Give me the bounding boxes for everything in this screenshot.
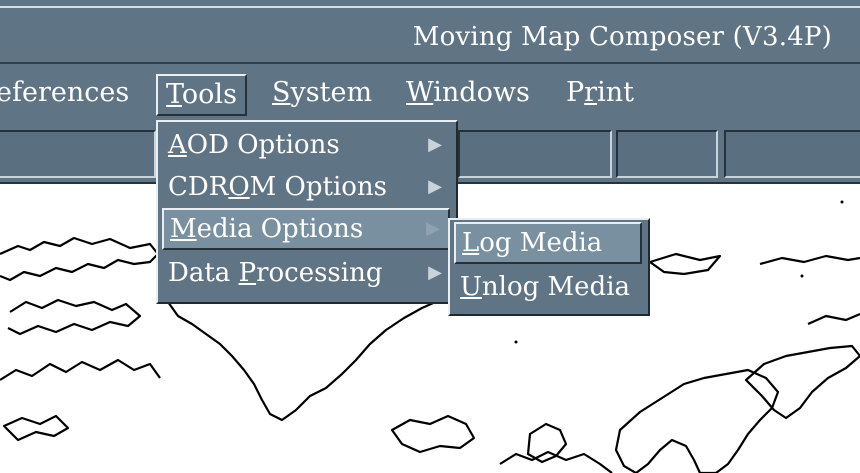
menu-item-aod-options[interactable]: AOD Options ▶: [162, 124, 450, 166]
coastline-north-east: [759, 254, 860, 266]
toolbar-field-4[interactable]: [724, 130, 860, 178]
submenu-arrow-icon: ▶: [428, 134, 442, 155]
coastline-far-east: [807, 312, 860, 326]
submenu-arrow-icon: ▶: [426, 218, 440, 239]
iceland: [390, 414, 476, 454]
submenu-arrow-icon: ▶: [428, 176, 442, 197]
window-title: Moving Map Composer (V3.4P): [412, 22, 832, 52]
coastline-west: [7, 298, 142, 336]
title-bar: Moving Map Composer (V3.4P): [0, 0, 860, 64]
toolbar-field-2[interactable]: [458, 130, 612, 178]
map-speck: [800, 274, 804, 278]
menu-preferences[interactable]: eferences: [0, 74, 137, 112]
coastline-south-west: [0, 358, 161, 381]
finland: [744, 344, 860, 420]
media-options-submenu: Log Media Unlog Media: [448, 218, 650, 316]
tools-menu: AOD Options ▶ CDROM Options ▶ Media Opti…: [156, 120, 458, 304]
island-northeast: [648, 252, 722, 276]
toolbar-field-1[interactable]: [0, 130, 156, 178]
menu-item-unlog-media[interactable]: Unlog Media: [454, 266, 642, 308]
menu-system[interactable]: System: [264, 74, 380, 112]
map-speck: [514, 340, 518, 344]
coastline-northwest: [0, 236, 160, 282]
submenu-arrow-icon: ▶: [428, 262, 442, 283]
menu-tools[interactable]: Tools: [156, 74, 247, 116]
menu-item-data-processing[interactable]: Data Processing ▶: [162, 252, 450, 294]
island-small-west: [2, 414, 70, 442]
menu-item-media-options[interactable]: Media Options ▶: [162, 208, 450, 250]
menu-item-log-media[interactable]: Log Media: [454, 222, 642, 264]
title-bar-border: [0, 6, 860, 8]
menu-windows[interactable]: Windows: [398, 74, 538, 112]
toolbar-field-3[interactable]: [616, 130, 718, 178]
scandinavia: [614, 368, 780, 473]
map-speck: [840, 200, 844, 204]
menu-print[interactable]: Print: [558, 74, 642, 112]
menu-item-cdrom-options[interactable]: CDROM Options ▶: [162, 166, 450, 208]
europe-south: [499, 450, 613, 473]
menu-bar: eferences Tools System Windows Print: [0, 64, 860, 122]
